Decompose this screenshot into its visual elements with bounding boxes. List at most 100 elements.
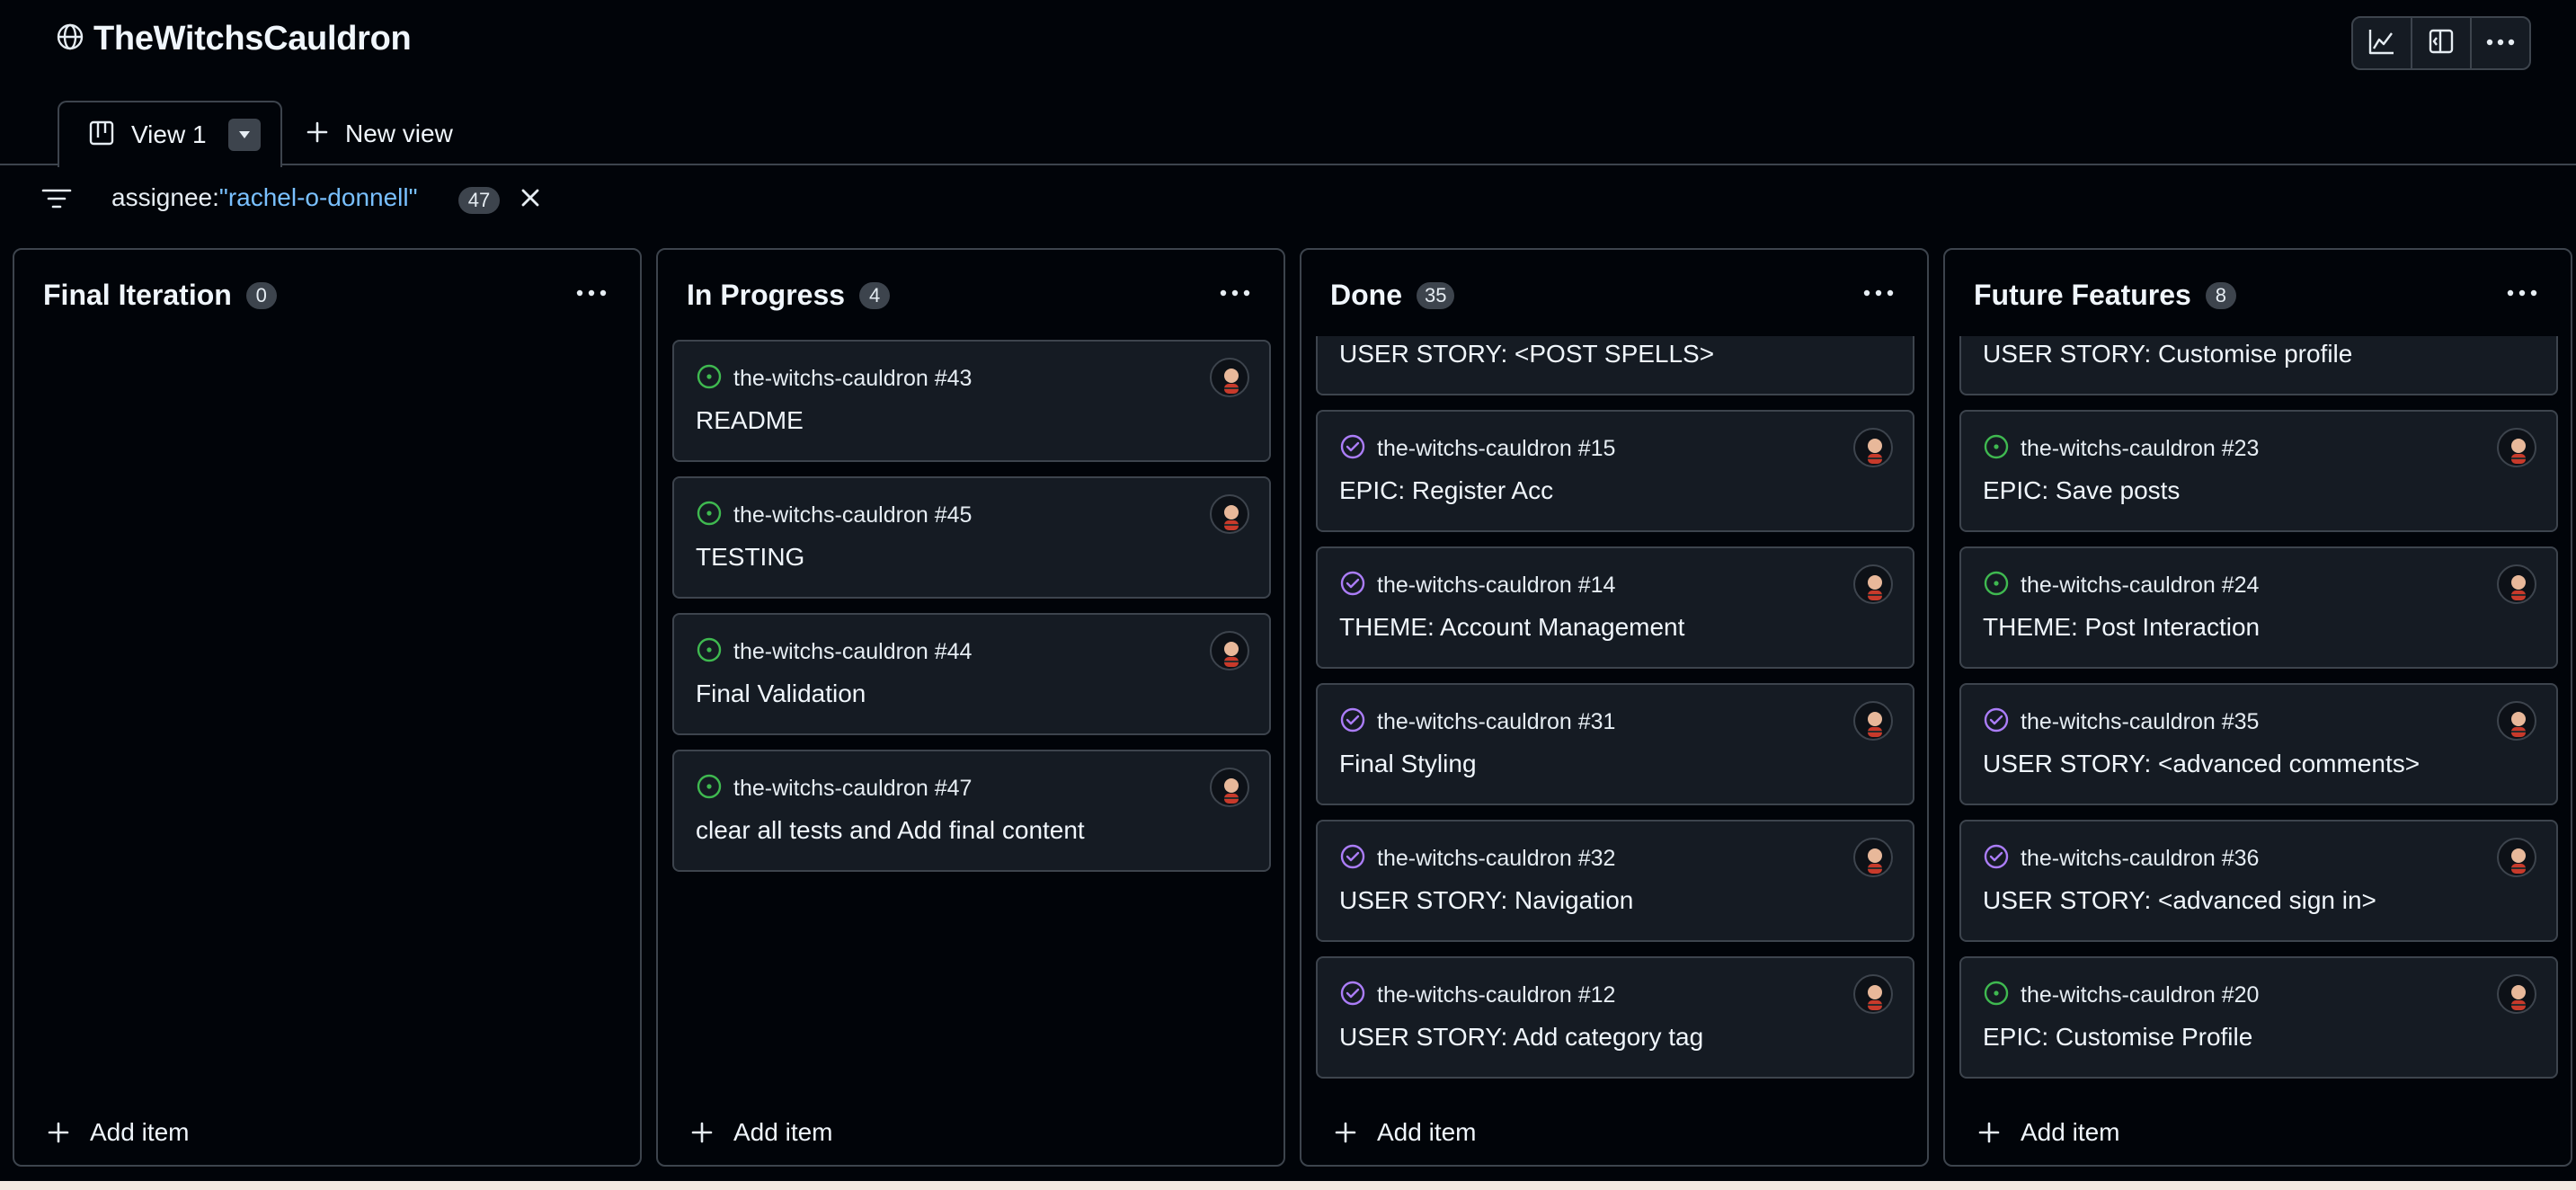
column-menu-button[interactable]: [1219, 286, 1251, 302]
card-title[interactable]: THEME: Account Management: [1339, 613, 1684, 642]
closed-issue-icon: [1339, 980, 1366, 1011]
card-title[interactable]: EPIC: Customise Profile: [1983, 1023, 2252, 1052]
add-item-button[interactable]: Add item: [1334, 1118, 1477, 1147]
card-meta: the-witchs-cauldron #32: [1339, 843, 1615, 875]
card-title[interactable]: USER STORY: <advanced sign in>: [1983, 886, 2376, 915]
view-options-button[interactable]: [227, 119, 261, 151]
assignee-avatar[interactable]: [1210, 768, 1249, 807]
project-board-app: TheWitchsCauldron View 1 New view assign…: [0, 0, 2576, 1190]
add-item-button[interactable]: Add item: [690, 1118, 833, 1147]
clear-filter-button[interactable]: [518, 185, 543, 215]
issue-card[interactable]: the-witchs-cauldron #23 EPIC: Save posts: [1959, 410, 2558, 532]
card-repo-number[interactable]: the-witchs-cauldron #47: [733, 776, 972, 802]
project-title-wrap: TheWitchsCauldron: [56, 20, 412, 58]
assignee-avatar[interactable]: [1210, 358, 1249, 397]
tab-view-1[interactable]: View 1: [58, 101, 282, 167]
close-icon: [521, 189, 539, 207]
project-header: TheWitchsCauldron: [0, 0, 2576, 90]
filter-input[interactable]: assignee: "rachel-o-donnell": [111, 183, 418, 212]
issue-card[interactable]: the-witchs-cauldron #44 Final Validation: [672, 613, 1271, 735]
column-cards: [29, 336, 627, 1082]
card-repo-number[interactable]: the-witchs-cauldron #12: [1377, 982, 1615, 1008]
side-panel-button[interactable]: [2412, 18, 2472, 68]
column-cards: USER STORY: <POST SPELLS> the-witchs-caul…: [1316, 336, 1914, 1082]
issue-card[interactable]: USER STORY: Customise profile: [1959, 336, 2558, 395]
add-item-label: Add item: [2021, 1118, 2120, 1146]
issue-card[interactable]: the-witchs-cauldron #20 EPIC: Customise P…: [1959, 956, 2558, 1079]
column-title: Future Features: [1974, 279, 2191, 311]
add-item-label: Add item: [733, 1118, 833, 1146]
card-repo-number[interactable]: the-witchs-cauldron #31: [1377, 709, 1615, 735]
closed-issue-icon: [1339, 433, 1366, 465]
assignee-avatar[interactable]: [2497, 974, 2536, 1014]
card-title[interactable]: clear all tests and Add final content: [696, 816, 1085, 845]
add-item-button[interactable]: Add item: [1977, 1118, 2120, 1147]
add-item-button[interactable]: Add item: [47, 1118, 190, 1147]
assignee-avatar[interactable]: [1210, 494, 1249, 534]
card-meta: the-witchs-cauldron #12: [1339, 980, 1615, 1011]
insights-button[interactable]: [2353, 18, 2412, 68]
issue-card[interactable]: the-witchs-cauldron #12 USER STORY: Add c…: [1316, 956, 1914, 1079]
window-bottom-edge: [0, 1181, 2576, 1190]
card-title[interactable]: Final Styling: [1339, 750, 1477, 778]
filter-icon[interactable]: [41, 187, 72, 215]
more-options-button[interactable]: [2472, 18, 2529, 68]
card-repo-number[interactable]: the-witchs-cauldron #35: [2021, 709, 2259, 735]
issue-card[interactable]: the-witchs-cauldron #36 USER STORY: <adva…: [1959, 820, 2558, 942]
card-title[interactable]: THEME: Post Interaction: [1983, 613, 2260, 642]
card-repo-number[interactable]: the-witchs-cauldron #20: [2021, 982, 2259, 1008]
issue-card[interactable]: the-witchs-cauldron #47 clear all tests a…: [672, 750, 1271, 872]
board-column: In Progress 4 the-witchs-cauldron #43 READM…: [656, 248, 1285, 1167]
issue-card[interactable]: the-witchs-cauldron #15 EPIC: Register Ac…: [1316, 410, 1914, 532]
column-header: Done 35: [1330, 279, 1455, 312]
plus-icon: [48, 1122, 69, 1143]
column-menu-button[interactable]: [575, 286, 608, 302]
issue-card[interactable]: the-witchs-cauldron #31 Final Styling: [1316, 683, 1914, 805]
card-repo-number[interactable]: the-witchs-cauldron #32: [1377, 846, 1615, 872]
project-title: TheWitchsCauldron: [93, 20, 412, 58]
assignee-avatar[interactable]: [2497, 838, 2536, 877]
assignee-avatar[interactable]: [1853, 838, 1893, 877]
assignee-avatar[interactable]: [1210, 631, 1249, 670]
card-repo-number[interactable]: the-witchs-cauldron #14: [1377, 573, 1615, 599]
side-panel-icon: [2427, 27, 2456, 60]
assignee-avatar[interactable]: [1853, 974, 1893, 1014]
card-repo-number[interactable]: the-witchs-cauldron #43: [733, 366, 972, 392]
issue-card[interactable]: USER STORY: <POST SPELLS>: [1316, 336, 1914, 395]
new-view-button[interactable]: New view: [306, 111, 453, 156]
assignee-avatar[interactable]: [1853, 701, 1893, 741]
card-title[interactable]: README: [696, 406, 804, 435]
column-menu-button[interactable]: [2506, 286, 2538, 302]
card-title[interactable]: USER STORY: <POST SPELLS>: [1339, 340, 1714, 369]
issue-card[interactable]: the-witchs-cauldron #35 USER STORY: <adva…: [1959, 683, 2558, 805]
assignee-avatar[interactable]: [2497, 428, 2536, 467]
card-title[interactable]: TESTING: [696, 543, 804, 572]
card-repo-number[interactable]: the-witchs-cauldron #15: [1377, 436, 1615, 462]
card-title[interactable]: EPIC: Save posts: [1983, 476, 2180, 505]
card-title[interactable]: Final Validation: [696, 679, 866, 708]
assignee-avatar[interactable]: [1853, 564, 1893, 604]
column-count: 0: [245, 281, 277, 309]
assignee-avatar[interactable]: [2497, 701, 2536, 741]
card-repo-number[interactable]: the-witchs-cauldron #23: [2021, 436, 2259, 462]
card-meta: the-witchs-cauldron #15: [1339, 433, 1615, 465]
issue-card[interactable]: the-witchs-cauldron #32 USER STORY: Navig…: [1316, 820, 1914, 942]
view-tabs: View 1 New view: [0, 90, 2576, 167]
card-title[interactable]: USER STORY: Customise profile: [1983, 340, 2352, 369]
issue-card[interactable]: the-witchs-cauldron #24 THEME: Post Inter…: [1959, 546, 2558, 669]
card-repo-number[interactable]: the-witchs-cauldron #36: [2021, 846, 2259, 872]
card-repo-number[interactable]: the-witchs-cauldron #24: [2021, 573, 2259, 599]
card-repo-number[interactable]: the-witchs-cauldron #44: [733, 639, 972, 665]
issue-card[interactable]: the-witchs-cauldron #14 THEME: Account Ma…: [1316, 546, 1914, 669]
card-title[interactable]: EPIC: Register Acc: [1339, 476, 1553, 505]
column-menu-button[interactable]: [1862, 286, 1895, 302]
issue-card[interactable]: the-witchs-cauldron #43 README: [672, 340, 1271, 462]
card-title[interactable]: USER STORY: Navigation: [1339, 886, 1633, 915]
card-title[interactable]: USER STORY: <advanced comments>: [1983, 750, 2420, 778]
assignee-avatar[interactable]: [2497, 564, 2536, 604]
card-repo-number[interactable]: the-witchs-cauldron #45: [733, 502, 972, 528]
column-count: 8: [2205, 281, 2236, 309]
assignee-avatar[interactable]: [1853, 428, 1893, 467]
card-title[interactable]: USER STORY: Add category tag: [1339, 1023, 1703, 1052]
issue-card[interactable]: the-witchs-cauldron #45 TESTING: [672, 476, 1271, 599]
